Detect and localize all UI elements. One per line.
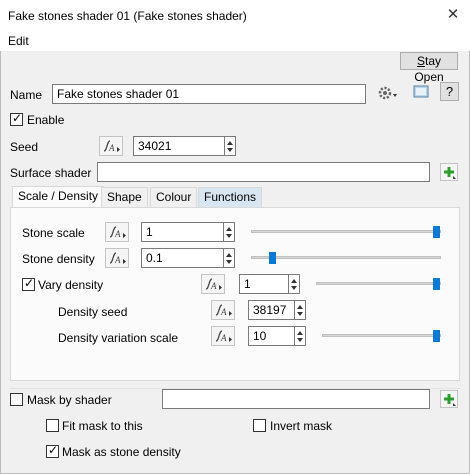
menu-item-edit[interactable]: Edit bbox=[8, 34, 29, 48]
mask-as-density-label: Mask as stone density bbox=[62, 445, 181, 459]
surface-shader-label: Surface shader bbox=[10, 166, 92, 180]
stay-open-mnemonic: S bbox=[416, 54, 425, 68]
mask-by-shader-checkbox[interactable] bbox=[10, 393, 23, 406]
vary-density-checkbox[interactable]: ✓ bbox=[22, 276, 35, 291]
window-title: Fake stones shader 01 (Fake stones shade… bbox=[8, 9, 247, 23]
stone-scale-function-icon[interactable]: A bbox=[105, 222, 129, 242]
vary-density-slider-track[interactable] bbox=[316, 282, 441, 285]
density-variation-scale-function-icon[interactable]: A bbox=[211, 326, 235, 346]
svg-text:A: A bbox=[220, 307, 227, 317]
help-icon[interactable]: ? bbox=[440, 82, 459, 101]
stone-density-label: Stone density bbox=[22, 252, 95, 266]
stone-density-input[interactable]: 0.1 bbox=[141, 248, 224, 268]
svg-text:A: A bbox=[114, 229, 121, 239]
gear-icon[interactable] bbox=[376, 83, 400, 103]
close-icon[interactable]: ✕ bbox=[444, 6, 462, 24]
mask-shader-input[interactable] bbox=[162, 389, 430, 409]
surface-shader-input[interactable] bbox=[97, 162, 430, 182]
menu-bar bbox=[0, 31, 470, 51]
svg-text:A: A bbox=[220, 333, 227, 343]
tab-scale-density[interactable]: Scale / Density bbox=[12, 186, 105, 208]
mask-by-shader-label: Mask by shader bbox=[27, 393, 112, 407]
svg-text:A: A bbox=[108, 143, 115, 153]
invert-mask-checkbox[interactable] bbox=[253, 419, 266, 432]
fit-mask-checkbox[interactable] bbox=[46, 419, 59, 432]
stone-density-slider-track[interactable] bbox=[251, 256, 441, 259]
density-seed-function-icon[interactable]: A bbox=[211, 300, 235, 320]
svg-text:A: A bbox=[210, 281, 217, 291]
tab-shape[interactable]: Shape bbox=[101, 187, 148, 208]
stone-density-function-icon[interactable]: A bbox=[105, 248, 129, 268]
add-surface-shader-icon[interactable] bbox=[440, 163, 458, 181]
invert-mask-label: Invert mask bbox=[270, 419, 333, 433]
seed-spinner[interactable] bbox=[225, 136, 236, 156]
enable-checkbox[interactable]: ✓ bbox=[10, 111, 23, 126]
density-seed-label: Density seed bbox=[58, 305, 128, 319]
density-seed-spinner[interactable] bbox=[295, 300, 306, 320]
enable-label: Enable bbox=[27, 113, 65, 127]
stay-open-button[interactable]: Stay Open bbox=[400, 52, 458, 84]
stone-density-spinner[interactable] bbox=[224, 248, 235, 268]
seed-label: Seed bbox=[10, 140, 39, 154]
stone-density-slider-thumb[interactable] bbox=[269, 252, 276, 264]
fit-mask-label: Fit mask to this bbox=[62, 419, 143, 433]
vary-density-function-icon[interactable]: A bbox=[201, 274, 225, 294]
vary-density-slider-thumb[interactable] bbox=[433, 278, 440, 290]
vary-density-label: Vary density bbox=[38, 278, 104, 292]
stone-scale-label: Stone scale bbox=[22, 226, 85, 240]
density-variation-scale-slider-thumb[interactable] bbox=[433, 330, 440, 342]
stone-scale-slider-thumb[interactable] bbox=[433, 226, 440, 238]
preview-icon[interactable] bbox=[411, 83, 431, 101]
svg-text:A: A bbox=[114, 255, 121, 265]
density-variation-scale-spinner[interactable] bbox=[295, 326, 306, 346]
density-seed-input[interactable]: 38197 bbox=[248, 300, 295, 320]
mask-as-density-checkbox[interactable]: ✓ bbox=[46, 443, 59, 458]
name-label: Name bbox=[10, 88, 43, 102]
density-variation-scale-input[interactable]: 10 bbox=[248, 326, 295, 346]
vary-density-spinner[interactable] bbox=[289, 274, 300, 294]
seed-input[interactable]: 34021 bbox=[133, 136, 225, 156]
add-mask-shader-icon[interactable] bbox=[440, 390, 458, 408]
name-input[interactable]: Fake stones shader 01 bbox=[52, 84, 366, 104]
stone-scale-input[interactable]: 1 bbox=[141, 222, 224, 242]
density-variation-scale-label: Density variation scale bbox=[58, 331, 179, 345]
tab-colour[interactable]: Colour bbox=[150, 187, 198, 208]
density-variation-scale-slider-track[interactable] bbox=[322, 334, 441, 337]
stone-scale-slider-track[interactable] bbox=[251, 230, 441, 233]
vary-density-input[interactable]: 1 bbox=[239, 274, 289, 294]
stone-scale-spinner[interactable] bbox=[224, 222, 235, 242]
tab-functions[interactable]: Functions bbox=[198, 187, 263, 208]
seed-function-icon[interactable]: A bbox=[99, 136, 123, 156]
